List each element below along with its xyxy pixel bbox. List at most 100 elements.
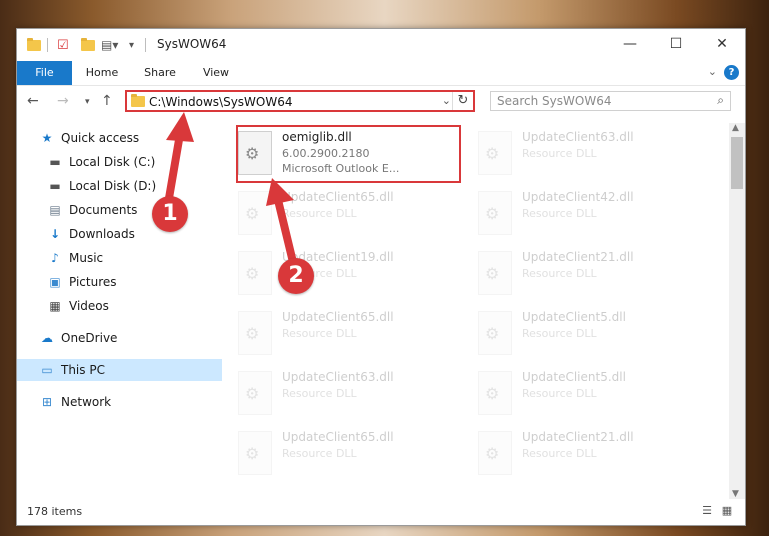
help-button[interactable]: ? bbox=[724, 65, 739, 80]
sidebar-item-this-pc[interactable]: ▭ This PC bbox=[17, 359, 232, 381]
cloud-icon: ☁ bbox=[41, 331, 53, 345]
file-item[interactable]: ⚙ UpdateClient21.dll Resource DLL bbox=[476, 247, 696, 303]
recent-locations-chevron-icon[interactable]: ▾ bbox=[85, 97, 90, 107]
tab-share[interactable]: Share bbox=[135, 61, 185, 85]
tab-home[interactable]: Home bbox=[77, 61, 127, 85]
quick-access-toolbar-icon[interactable]: ▤▾ bbox=[101, 37, 118, 53]
file-name: UpdateClient21.dll bbox=[522, 430, 634, 444]
sidebar-item-documents[interactable]: ▤ Documents 📌︎ bbox=[17, 199, 240, 221]
dll-file-icon: ⚙ bbox=[478, 311, 512, 355]
file-item[interactable]: ⚙ UpdateClient65.dll Resource DLL bbox=[236, 427, 456, 483]
large-icons-view-icon[interactable]: ▦ bbox=[719, 504, 735, 518]
refresh-icon[interactable]: ↻ bbox=[452, 92, 473, 110]
folder-icon bbox=[27, 37, 41, 53]
new-folder-icon[interactable] bbox=[81, 37, 95, 53]
file-item[interactable]: ⚙ UpdateClient21.dll Resource DLL bbox=[476, 427, 696, 483]
title-bar: ☑ ▤▾ ▾ SysWOW64 — ☐ ✕ bbox=[17, 29, 745, 61]
file-item-oemiglib[interactable]: ⚙ oemiglib.dll 6.00.2900.2180 Microsoft … bbox=[236, 127, 456, 183]
dll-file-icon: ⚙ bbox=[238, 431, 272, 475]
file-description: Resource DLL bbox=[282, 447, 357, 460]
dll-file-icon: ⚙ bbox=[238, 131, 272, 175]
sidebar-item-local-disk-c[interactable]: ▬ Local Disk (C:) 📌︎ bbox=[17, 151, 240, 173]
sidebar-item-label: Local Disk (D:) bbox=[69, 179, 157, 193]
tab-file[interactable]: File bbox=[17, 61, 72, 85]
file-description: Resource DLL bbox=[522, 207, 597, 220]
scroll-down-icon[interactable]: ▼ bbox=[732, 489, 739, 499]
tab-view[interactable]: View bbox=[191, 61, 241, 85]
properties-icon[interactable]: ☑ bbox=[57, 37, 69, 53]
scrollbar-thumb[interactable] bbox=[731, 137, 743, 189]
expand-ribbon-icon[interactable]: ⌄ bbox=[708, 65, 717, 78]
sidebar-item-label: Pictures bbox=[69, 275, 117, 289]
documents-icon: ▤ bbox=[49, 203, 61, 217]
navigation-pane: ★ Quick access ▬ Local Disk (C:) 📌︎ ▬ Lo… bbox=[17, 119, 236, 499]
dll-file-icon: ⚙ bbox=[238, 251, 272, 295]
dll-file-icon: ⚙ bbox=[238, 191, 272, 235]
file-name: UpdateClient42.dll bbox=[522, 190, 634, 204]
file-name: oemiglib.dll bbox=[282, 130, 352, 144]
forward-arrow-icon[interactable]: → bbox=[57, 93, 69, 109]
file-item[interactable]: ⚙ UpdateClient5.dll Resource DLL bbox=[476, 367, 696, 423]
file-name: UpdateClient65.dll bbox=[282, 190, 394, 204]
close-button[interactable]: ✕ bbox=[699, 29, 745, 59]
sidebar-item-downloads[interactable]: ↓ Downloads 📌︎ bbox=[17, 223, 240, 245]
sidebar-item-videos[interactable]: ▦ Videos 📌︎ bbox=[17, 295, 240, 317]
file-name: UpdateClient65.dll bbox=[282, 430, 394, 444]
vertical-scrollbar[interactable]: ▲ ▼ bbox=[729, 123, 745, 499]
file-name: UpdateClient5.dll bbox=[522, 370, 626, 384]
customize-toolbar-chevron-icon[interactable]: ▾ bbox=[129, 37, 134, 53]
up-arrow-icon[interactable]: ↑ bbox=[101, 93, 113, 109]
search-input[interactable]: Search SysWOW64 ⌕ bbox=[490, 91, 731, 111]
address-dropdown-icon[interactable]: ⌄ bbox=[442, 94, 451, 107]
sidebar-item-label: Downloads bbox=[69, 227, 135, 241]
sidebar-item-onedrive[interactable]: ☁ OneDrive bbox=[17, 327, 232, 349]
file-name: UpdateClient63.dll bbox=[282, 370, 394, 384]
pictures-icon: ▣ bbox=[49, 275, 61, 289]
file-description: Resource DLL bbox=[522, 447, 597, 460]
back-arrow-icon[interactable]: ← bbox=[27, 93, 39, 109]
sidebar-item-quick-access[interactable]: ★ Quick access bbox=[17, 127, 232, 149]
file-item[interactable]: ⚙ UpdateClient19.dll Resource DLL bbox=[236, 247, 456, 303]
dll-file-icon: ⚙ bbox=[478, 191, 512, 235]
dll-file-icon: ⚙ bbox=[478, 431, 512, 475]
sidebar-item-local-disk-d[interactable]: ▬ Local Disk (D:) 📌︎ bbox=[17, 175, 240, 197]
sidebar-item-music[interactable]: ♪ Music 📌︎ bbox=[17, 247, 240, 269]
sidebar-item-label: Documents bbox=[69, 203, 138, 217]
file-item[interactable]: ⚙ UpdateClient63.dll Resource DLL bbox=[476, 127, 696, 183]
file-description: Resource DLL bbox=[282, 207, 357, 220]
search-placeholder: Search SysWOW64 bbox=[497, 94, 612, 108]
dll-file-icon: ⚙ bbox=[478, 131, 512, 175]
file-description: Resource DLL bbox=[522, 327, 597, 340]
ribbon-tabs: File Home Share View ⌄ ? bbox=[17, 61, 745, 86]
file-name: UpdateClient5.dll bbox=[522, 310, 626, 324]
item-count: 178 items bbox=[27, 505, 83, 518]
sidebar-item-pictures[interactable]: ▣ Pictures 📌︎ bbox=[17, 271, 240, 293]
file-item[interactable]: ⚙ UpdateClient63.dll Resource DLL bbox=[236, 367, 456, 423]
computer-icon: ▭ bbox=[41, 363, 53, 377]
scroll-up-icon[interactable]: ▲ bbox=[732, 123, 739, 133]
sidebar-item-network[interactable]: ⊞ Network bbox=[17, 391, 232, 413]
address-bar[interactable]: C:\Windows\SysWOW64 ⌄ ↻ bbox=[125, 90, 475, 112]
sidebar-item-label: Local Disk (C:) bbox=[69, 155, 156, 169]
file-item[interactable]: ⚙ UpdateClient5.dll Resource DLL bbox=[476, 307, 696, 363]
file-item[interactable]: ⚙ UpdateClient42.dll Resource DLL bbox=[476, 187, 696, 243]
file-item[interactable]: ⚙ UpdateClient65.dll Resource DLL bbox=[236, 187, 456, 243]
drive-icon: ▬ bbox=[49, 155, 61, 169]
file-item[interactable]: ⚙ UpdateClient65.dll Resource DLL bbox=[236, 307, 456, 363]
file-description: Resource DLL bbox=[282, 327, 357, 340]
sidebar-item-label: Videos bbox=[69, 299, 109, 313]
sidebar-item-label: Network bbox=[61, 395, 112, 409]
file-list: ⚙ oemiglib.dll 6.00.2900.2180 Microsoft … bbox=[222, 123, 727, 497]
music-icon: ♪ bbox=[51, 251, 59, 265]
callout-badge-1: 1 bbox=[152, 196, 188, 232]
file-name: UpdateClient21.dll bbox=[522, 250, 634, 264]
maximize-button[interactable]: ☐ bbox=[653, 29, 699, 59]
videos-icon: ▦ bbox=[49, 299, 61, 313]
minimize-button[interactable]: — bbox=[607, 29, 653, 59]
separator bbox=[145, 37, 146, 53]
downloads-icon: ↓ bbox=[49, 227, 61, 241]
address-path: C:\Windows\SysWOW64 bbox=[149, 95, 293, 109]
details-view-icon[interactable]: ☰ bbox=[699, 504, 715, 518]
dll-file-icon: ⚙ bbox=[238, 311, 272, 355]
search-icon: ⌕ bbox=[717, 93, 724, 107]
